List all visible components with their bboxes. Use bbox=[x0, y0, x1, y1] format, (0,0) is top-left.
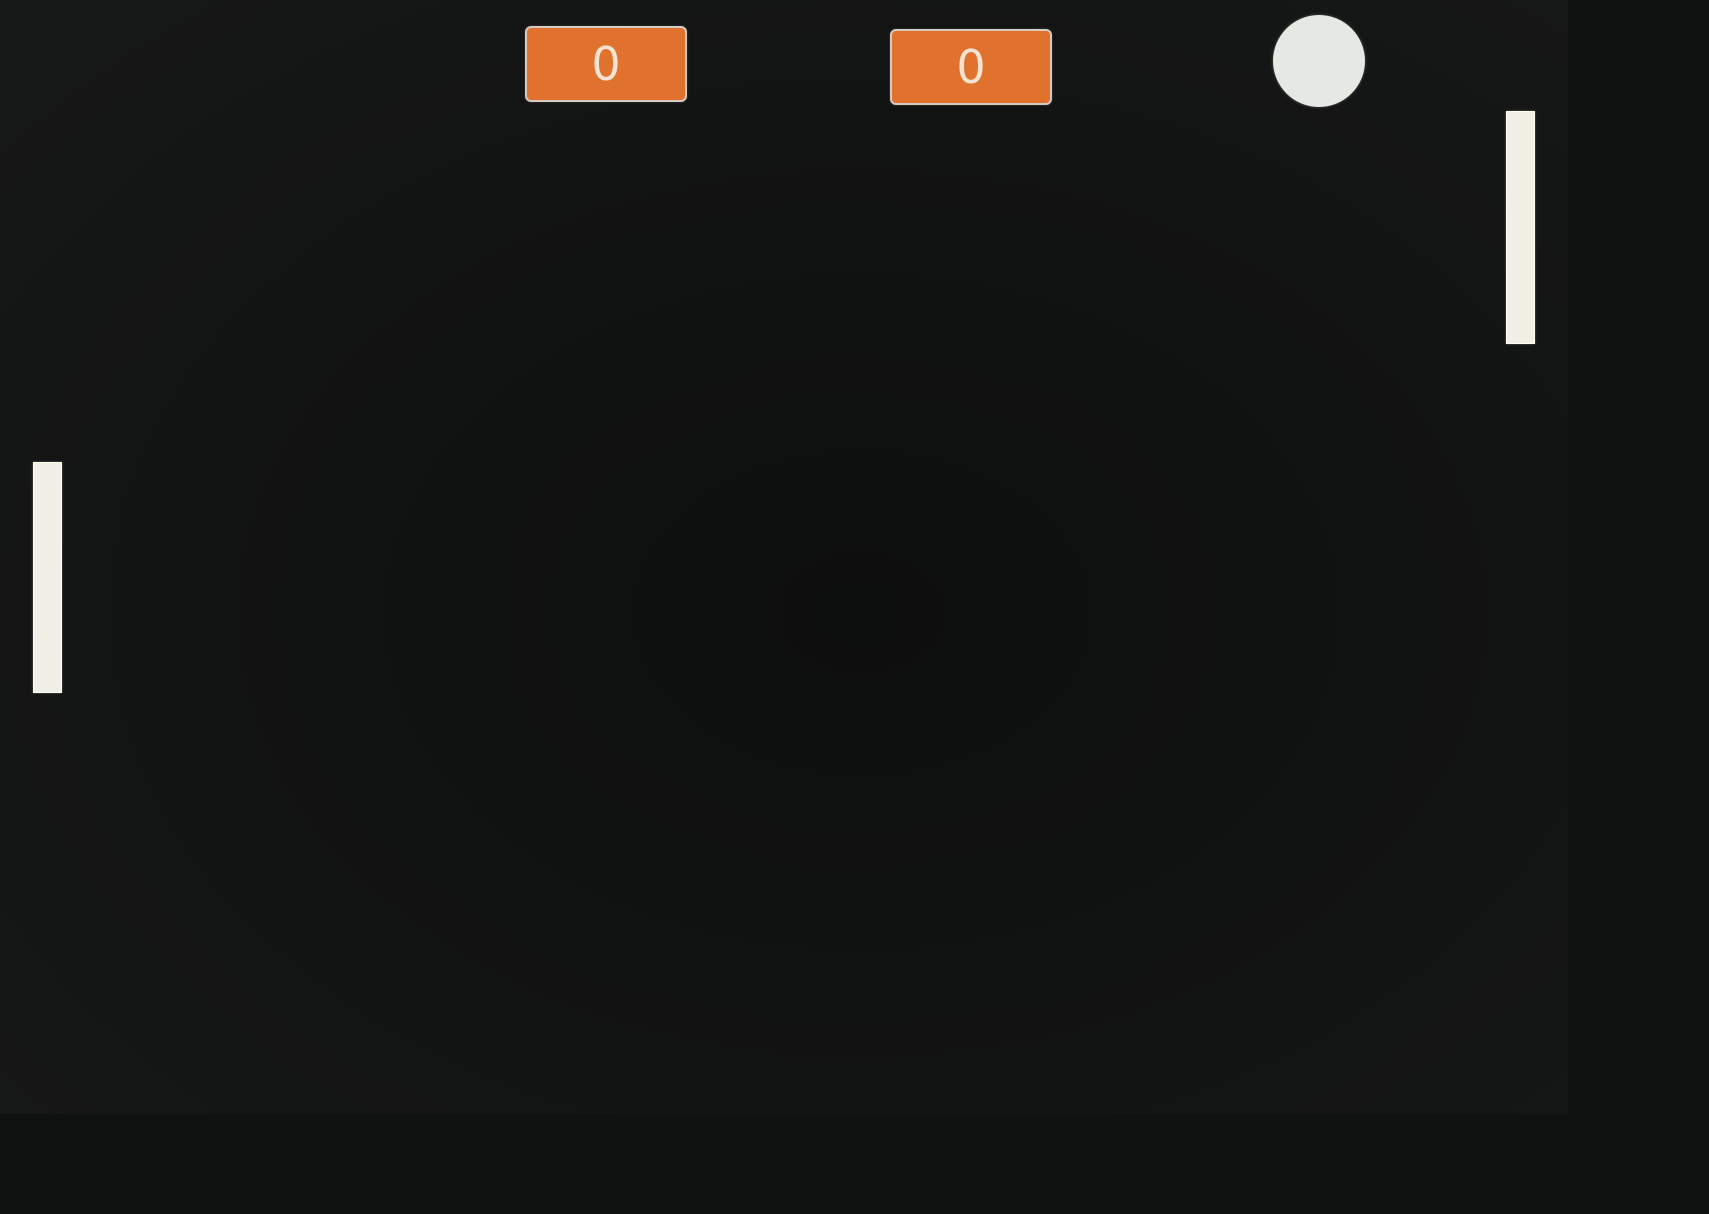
left-player-score: 0 bbox=[525, 26, 687, 102]
game-screen: 0 0 bbox=[0, 0, 1568, 1114]
ball bbox=[1273, 15, 1365, 107]
right-player-score: 0 bbox=[890, 29, 1052, 105]
right-paddle[interactable] bbox=[1506, 111, 1535, 344]
left-paddle[interactable] bbox=[33, 462, 62, 693]
